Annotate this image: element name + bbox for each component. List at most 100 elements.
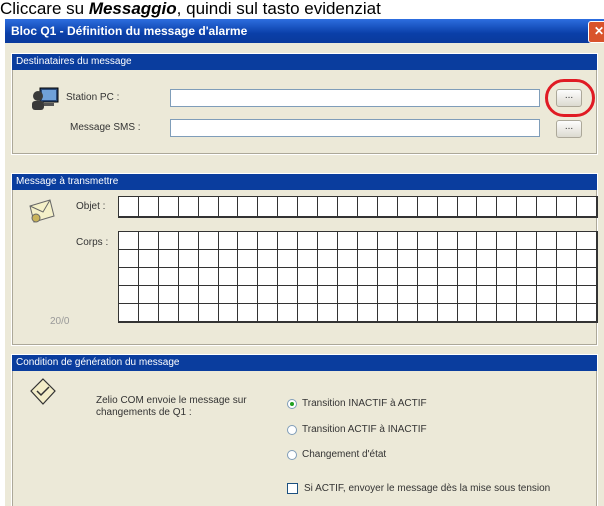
body-char-cell[interactable]: [497, 232, 518, 250]
body-char-cell[interactable]: [557, 304, 578, 322]
body-char-cell[interactable]: [577, 304, 597, 322]
body-char-cell[interactable]: [557, 268, 578, 286]
body-char-cell[interactable]: [258, 268, 279, 286]
object-char-cell[interactable]: [178, 197, 199, 217]
body-char-cell[interactable]: [477, 286, 498, 304]
body-char-cell[interactable]: [357, 304, 378, 322]
body-char-cell[interactable]: [119, 304, 139, 322]
body-char-cell[interactable]: [198, 268, 219, 286]
body-char-cell[interactable]: [357, 232, 378, 250]
object-char-cell[interactable]: [198, 197, 219, 217]
body-char-cell[interactable]: [338, 286, 358, 304]
object-char-cell[interactable]: [397, 197, 418, 217]
body-char-cell[interactable]: [178, 268, 199, 286]
body-char-cell[interactable]: [298, 304, 319, 322]
body-char-cell[interactable]: [537, 286, 558, 304]
body-char-cell[interactable]: [577, 268, 597, 286]
object-char-cell[interactable]: [158, 197, 179, 217]
body-char-cell[interactable]: [138, 304, 159, 322]
power-on-checkbox[interactable]: [287, 483, 298, 494]
object-char-cell[interactable]: [517, 197, 538, 217]
object-char-cell[interactable]: [437, 197, 458, 217]
station-field[interactable]: [170, 89, 540, 107]
body-char-cell[interactable]: [318, 304, 339, 322]
object-char-cell[interactable]: [577, 197, 597, 217]
object-char-cell[interactable]: [238, 197, 259, 217]
body-char-cell[interactable]: [298, 286, 319, 304]
body-char-cell[interactable]: [278, 268, 299, 286]
object-grid[interactable]: [118, 196, 598, 218]
body-char-cell[interactable]: [218, 232, 239, 250]
body-char-cell[interactable]: [437, 232, 458, 250]
body-char-cell[interactable]: [178, 232, 199, 250]
body-char-cell[interactable]: [298, 232, 319, 250]
body-char-cell[interactable]: [238, 232, 259, 250]
body-char-cell[interactable]: [318, 232, 339, 250]
body-grid[interactable]: [118, 231, 598, 323]
body-char-cell[interactable]: [238, 286, 259, 304]
body-char-cell[interactable]: [338, 232, 358, 250]
body-char-cell[interactable]: [258, 286, 279, 304]
body-char-cell[interactable]: [457, 232, 478, 250]
body-char-cell[interactable]: [417, 232, 438, 250]
body-char-cell[interactable]: [119, 286, 139, 304]
radio-state-change[interactable]: [287, 450, 297, 460]
body-char-cell[interactable]: [517, 268, 538, 286]
body-char-cell[interactable]: [577, 286, 597, 304]
body-char-cell[interactable]: [457, 250, 478, 268]
object-char-cell[interactable]: [497, 197, 518, 217]
body-char-cell[interactable]: [577, 250, 597, 268]
body-char-cell[interactable]: [298, 268, 319, 286]
body-char-cell[interactable]: [278, 286, 299, 304]
body-char-cell[interactable]: [338, 304, 358, 322]
object-char-cell[interactable]: [417, 197, 438, 217]
body-char-cell[interactable]: [218, 268, 239, 286]
body-char-cell[interactable]: [397, 286, 418, 304]
body-char-cell[interactable]: [258, 250, 279, 268]
object-char-cell[interactable]: [218, 197, 239, 217]
object-char-cell[interactable]: [537, 197, 558, 217]
body-char-cell[interactable]: [437, 286, 458, 304]
body-char-cell[interactable]: [397, 232, 418, 250]
body-char-cell[interactable]: [158, 286, 179, 304]
object-char-cell[interactable]: [477, 197, 498, 217]
radio-active-to-inactive[interactable]: [287, 425, 297, 435]
body-char-cell[interactable]: [119, 232, 139, 250]
body-char-cell[interactable]: [338, 250, 358, 268]
body-char-cell[interactable]: [497, 250, 518, 268]
body-char-cell[interactable]: [377, 304, 398, 322]
body-char-cell[interactable]: [397, 304, 418, 322]
body-char-cell[interactable]: [477, 304, 498, 322]
body-char-cell[interactable]: [278, 250, 299, 268]
body-char-cell[interactable]: [357, 286, 378, 304]
object-char-cell[interactable]: [278, 197, 299, 217]
body-char-cell[interactable]: [218, 304, 239, 322]
body-char-cell[interactable]: [377, 268, 398, 286]
body-char-cell[interactable]: [178, 304, 199, 322]
object-char-cell[interactable]: [258, 197, 279, 217]
object-char-cell[interactable]: [338, 197, 358, 217]
body-char-cell[interactable]: [278, 304, 299, 322]
body-char-cell[interactable]: [417, 250, 438, 268]
object-char-cell[interactable]: [318, 197, 339, 217]
body-char-cell[interactable]: [537, 250, 558, 268]
body-char-cell[interactable]: [517, 232, 538, 250]
body-char-cell[interactable]: [377, 286, 398, 304]
body-char-cell[interactable]: [198, 232, 219, 250]
object-char-cell[interactable]: [557, 197, 578, 217]
body-char-cell[interactable]: [517, 304, 538, 322]
object-char-cell[interactable]: [457, 197, 478, 217]
body-char-cell[interactable]: [437, 268, 458, 286]
body-char-cell[interactable]: [278, 232, 299, 250]
body-char-cell[interactable]: [557, 250, 578, 268]
object-char-cell[interactable]: [138, 197, 159, 217]
body-char-cell[interactable]: [477, 232, 498, 250]
body-char-cell[interactable]: [477, 268, 498, 286]
body-char-cell[interactable]: [497, 268, 518, 286]
body-char-cell[interactable]: [198, 250, 219, 268]
body-char-cell[interactable]: [138, 232, 159, 250]
body-char-cell[interactable]: [417, 286, 438, 304]
body-char-cell[interactable]: [537, 304, 558, 322]
body-char-cell[interactable]: [537, 268, 558, 286]
body-char-cell[interactable]: [138, 286, 159, 304]
